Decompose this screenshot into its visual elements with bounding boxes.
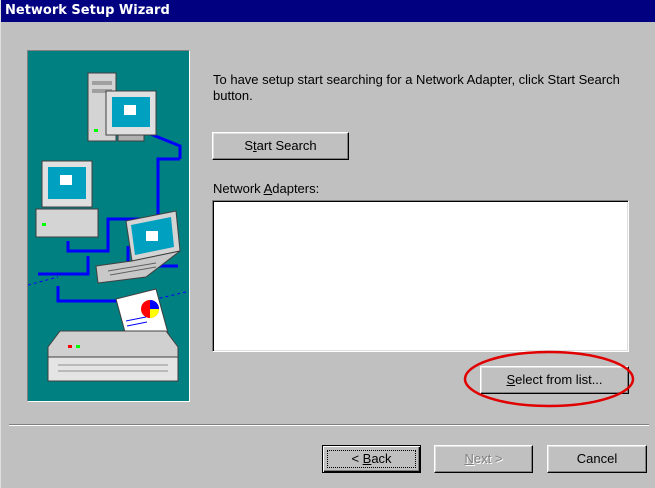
cancel-button[interactable]: Cancel: [547, 445, 647, 473]
adapters-label-accel: A: [263, 181, 273, 196]
desktop-computer-icon: [35, 160, 99, 238]
next-label-post: ext >: [473, 451, 503, 466]
select-from-list-button[interactable]: Select from list...: [480, 366, 629, 394]
window-title: Network Setup Wizard: [5, 3, 170, 18]
focus-rectangle: [327, 450, 416, 468]
next-button[interactable]: Next >: [434, 445, 533, 473]
title-bar[interactable]: Network Setup Wizard: [1, 0, 655, 22]
adapters-label-post: dapters:: [272, 181, 320, 196]
start-search-label-pre: S: [244, 138, 254, 153]
printer-icon: [47, 288, 179, 382]
footer-separator: [9, 424, 649, 426]
start-search-label-post: art Search: [256, 138, 317, 153]
start-search-button[interactable]: Start Search: [212, 132, 349, 160]
network-adapters-list[interactable]: [212, 200, 629, 352]
select-from-list-label-accel: S: [506, 372, 516, 387]
wizard-illustration: [27, 50, 190, 402]
next-label-accel: N: [464, 451, 474, 466]
cancel-label: Cancel: [576, 451, 618, 466]
wizard-window: Network Setup Wizard To have setup start…: [0, 0, 655, 488]
back-button[interactable]: < Back: [322, 445, 421, 473]
computer-tower-icon: [87, 72, 157, 142]
adapters-label: Network Adapters:: [213, 181, 319, 196]
network-illustration-icon: [28, 72, 189, 382]
select-from-list-label-post: elect from list...: [515, 372, 603, 387]
adapters-label-pre: Network: [213, 181, 264, 196]
instruction-text: To have setup start searching for a Netw…: [213, 72, 620, 103]
